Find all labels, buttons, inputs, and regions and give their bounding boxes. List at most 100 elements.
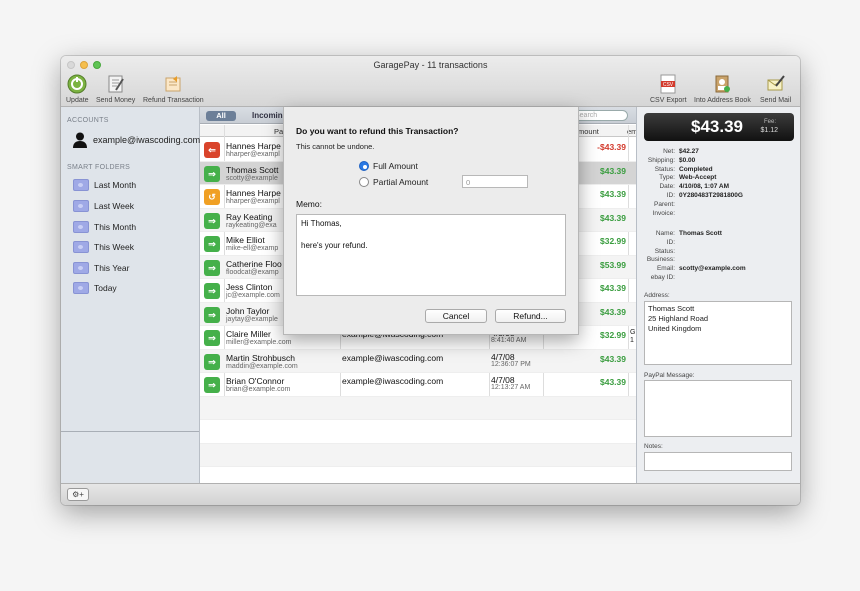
- col-amount[interactable]: mount: [578, 127, 599, 136]
- row-amount: $43.39: [600, 165, 626, 176]
- sidebar-item-today[interactable]: Today: [73, 282, 117, 294]
- detail-field-label: ebay ID:: [650, 273, 675, 281]
- detail-field-value: scotty@example.com: [679, 265, 746, 273]
- transaction-type-icon: ⇒: [204, 283, 220, 299]
- row-amount: $43.39: [600, 377, 626, 387]
- amount-display: $43.39 Fee: $1.12: [644, 113, 794, 141]
- row-name: Hannes Harpe: [226, 141, 281, 151]
- memo-label: Memo:: [296, 199, 322, 209]
- detail-field-label: Status:: [654, 247, 675, 255]
- sidebar-item-last-week[interactable]: Last Week: [73, 200, 134, 212]
- row-amount: $43.39: [600, 353, 626, 364]
- detail-field-label: Name:: [655, 230, 675, 237]
- fee-value: $1.12: [760, 127, 778, 134]
- sidebar-item-last-month[interactable]: Last Month: [73, 179, 136, 191]
- notes-label: Notes:: [644, 443, 663, 450]
- sidebar-item-this-week[interactable]: This Week: [73, 241, 134, 253]
- detail-field-label: Parent:: [654, 200, 675, 208]
- transaction-type-icon: ⇒: [204, 259, 220, 276]
- partial-amount-input[interactable]: 0: [462, 175, 528, 188]
- transaction-type-icon: ⇒: [204, 212, 220, 229]
- cancel-button[interactable]: Cancel: [425, 309, 487, 323]
- filter-incoming[interactable]: Incomin: [252, 111, 283, 120]
- detail-field: ID: 0Y280483T2981800G: [637, 192, 800, 201]
- row-amount: $32.99: [600, 236, 626, 246]
- row-payer: example@iwascoding.com: [342, 376, 444, 386]
- transaction-type-icon: ⇐: [204, 142, 220, 158]
- csv-export-icon: CSV: [657, 73, 679, 95]
- row-extra: G 1: [630, 329, 636, 344]
- send-money-button[interactable]: Send Money: [96, 73, 135, 104]
- detail-field: Shipping: $0.00: [637, 157, 800, 166]
- col-payer[interactable]: Pa: [274, 127, 283, 136]
- detail-field-value: Web-Accept: [679, 174, 717, 182]
- detail-field-label: Date:: [659, 183, 675, 191]
- detail-field-value: $42.27: [679, 148, 699, 155]
- detail-field: Status:: [637, 248, 800, 257]
- app-window: GaragePay - 11 transactions Update Send …: [61, 56, 800, 505]
- gear-menu-button[interactable]: ⚙+: [67, 488, 89, 501]
- svg-text:CSV: CSV: [663, 82, 674, 88]
- send-mail-button[interactable]: Send Mail: [760, 73, 791, 104]
- transaction-fields: Net: $42.27 Shipping: $0.00 Status: Completed…: [637, 148, 800, 218]
- row-time: 12:13:27 AM: [491, 384, 531, 391]
- refund-button[interactable]: Refund...: [495, 309, 566, 323]
- detail-field: Business:: [637, 256, 800, 265]
- address-field[interactable]: Thomas Scott 25 Highland Road United Kin…: [644, 301, 792, 365]
- row-email: maddin@example.com: [226, 362, 298, 370]
- detail-field-label: ID:: [666, 191, 675, 199]
- empty-row: [200, 396, 636, 420]
- row-amount: $43.39: [600, 306, 626, 317]
- row-email: jaytay@example: [226, 315, 278, 323]
- partial-amount-radio[interactable]: Partial Amount: [359, 177, 428, 187]
- bottom-bar: ⚙+: [61, 483, 800, 505]
- row-amount: -$43.39: [597, 142, 626, 152]
- accounts-header: ACCOUNTS: [67, 117, 109, 124]
- smart-folder-icon: [73, 221, 89, 233]
- table-row[interactable]: ⇒ Martin Strohbusch maddin@example.com exam…: [200, 349, 636, 373]
- row-email: jc@example.com: [226, 292, 280, 299]
- sidebar-account[interactable]: example@iwascoding.com: [73, 132, 200, 148]
- filter-all[interactable]: All: [206, 111, 236, 121]
- notes-field[interactable]: [644, 452, 792, 471]
- row-email: brian@example.com: [226, 386, 291, 393]
- payer-fields: Name: Thomas Scott ID: Status: Business: Emai…: [637, 230, 800, 283]
- transaction-type-icon: ⇒: [204, 165, 220, 182]
- detail-field-label: Shipping:: [647, 156, 675, 164]
- detail-field: ebay ID:: [637, 274, 800, 283]
- detail-field-label: ID:: [666, 238, 675, 246]
- transaction-type-icon: ⇒: [204, 353, 220, 370]
- refund-transaction-button[interactable]: Refund Transaction: [143, 73, 204, 104]
- row-time: 12:36:07 PM: [491, 360, 531, 368]
- amount-value: $43.39: [691, 117, 743, 136]
- row-name: John Taylor: [226, 305, 270, 316]
- fee-label: Fee:: [763, 119, 776, 125]
- detail-panel: $43.39 Fee: $1.12 Net: $42.27 Shipping: $0.…: [636, 107, 800, 483]
- memo-textarea[interactable]: Hi Thomas, here's your refund.: [296, 214, 566, 296]
- detail-field: Date: 4/10/08, 1:07 AM: [637, 183, 800, 192]
- row-name: Claire Miller: [226, 329, 271, 339]
- detail-field-label: Email:: [656, 265, 675, 273]
- row-name: Thomas Scott: [226, 164, 279, 175]
- detail-field: Net: $42.27: [637, 148, 800, 157]
- sidebar: ACCOUNTS example@iwascoding.com SMART FO…: [61, 107, 200, 483]
- dialog-subtitle: This cannot be undone.: [296, 142, 375, 151]
- paypal-message-field[interactable]: [644, 380, 792, 437]
- row-amount: $43.39: [600, 283, 626, 293]
- titlebar: GaragePay - 11 transactions Update Send …: [61, 56, 800, 107]
- table-row[interactable]: ⇒ Brian O'Connor brian@example.com example@…: [200, 373, 636, 397]
- sidebar-item-this-month[interactable]: This Month: [73, 221, 136, 233]
- update-button[interactable]: Update: [66, 73, 89, 104]
- into-address-book-button[interactable]: Into Address Book: [694, 73, 751, 104]
- row-amount: $53.99: [600, 259, 626, 270]
- transaction-type-icon: ⇒: [204, 330, 220, 346]
- row-email: raykeating@exa: [226, 221, 277, 229]
- sidebar-item-this-year[interactable]: This Year: [73, 262, 129, 274]
- detail-field: Parent:: [637, 201, 800, 210]
- row-time: 8:41:40 AM: [491, 337, 527, 344]
- transaction-type-icon: ⇒: [204, 236, 220, 252]
- csv-export-button[interactable]: CSV CSV Export: [650, 73, 687, 104]
- full-amount-radio[interactable]: Full Amount: [359, 161, 418, 171]
- smart-folder-icon: [73, 200, 89, 212]
- row-email: hharper@exampl: [226, 151, 280, 158]
